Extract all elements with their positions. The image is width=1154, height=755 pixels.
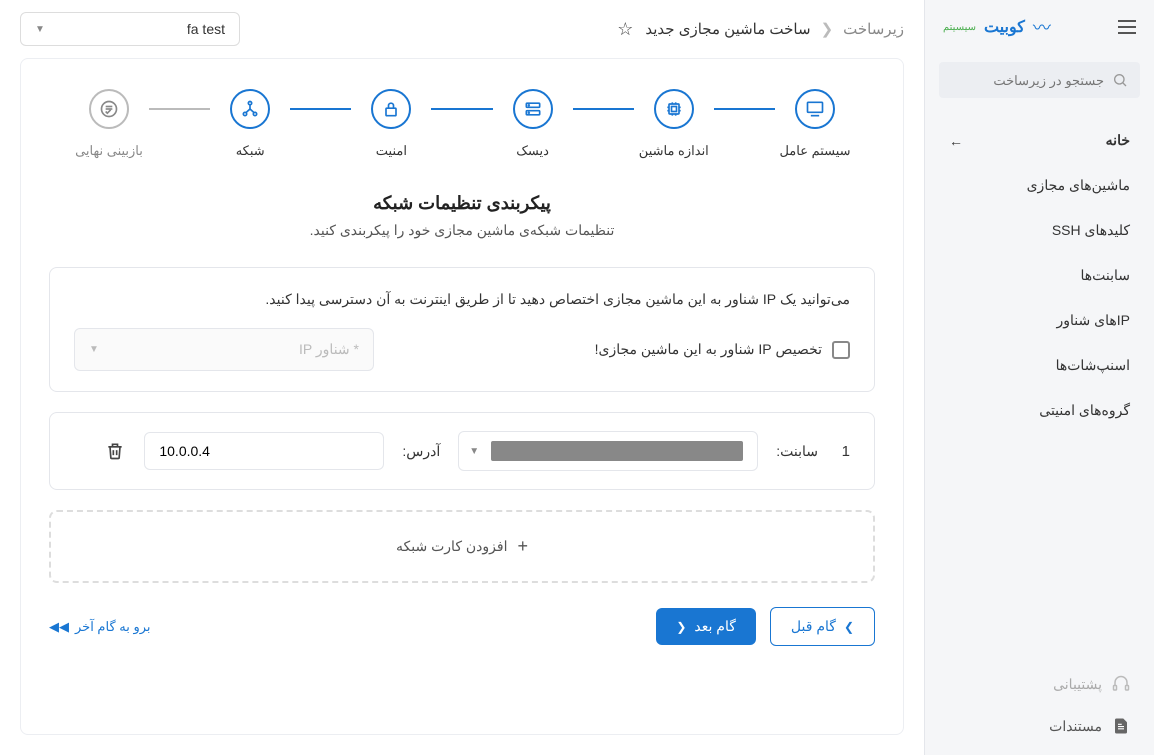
nav-ssh[interactable]: کلیدهای SSH (925, 208, 1154, 253)
sidebar-footer: پشتیبانی مستندات (925, 655, 1154, 755)
nav-label: ماشین‌های مجازی (1027, 177, 1130, 194)
step-label: بازبینی نهایی (75, 143, 143, 159)
brand-sub: سیسیتم (943, 22, 976, 33)
sidebar-header: 〰 کوبیت سیسیتم (925, 0, 1154, 54)
network-icon (230, 89, 270, 129)
breadcrumb-parent[interactable]: زیرساخت (843, 20, 904, 38)
chevron-right-icon: ❯ (844, 620, 854, 634)
brand-name: کوبیت (984, 17, 1025, 37)
checkbox-label: تخصیص IP شناور به این ماشین مجازی! (595, 341, 822, 358)
address-label: آدرس: (402, 443, 440, 460)
footer-docs[interactable]: مستندات (925, 705, 1154, 747)
stepper: سیستم عامل اندازه ماشین دیسک (49, 89, 875, 179)
hamburger-icon[interactable] (1118, 20, 1136, 34)
plus-icon: + (517, 536, 528, 557)
subnet-select[interactable]: ▼ (458, 431, 758, 471)
next-button[interactable]: گام بعد ❮ (656, 608, 756, 645)
subnet-value-redacted (491, 441, 743, 461)
breadcrumb: زیرساخت ❮ ساخت ماشین مجازی جدید (645, 20, 904, 38)
search-box[interactable] (939, 62, 1140, 98)
chevron-left-icon: ❮ (821, 20, 834, 38)
wave-icon: 〰 (1033, 14, 1051, 40)
brand-logo[interactable]: 〰 کوبیت سیسیتم (943, 14, 1051, 40)
nav-label: اسنپ‌شات‌ها (1056, 357, 1130, 374)
nav: خانه ← ماشین‌های مجازی کلیدهای SSH سابنت… (925, 110, 1154, 655)
main: زیرساخت ❮ ساخت ماشین مجازی جدید ☆ ▼ fa t… (0, 0, 924, 755)
content-card: سیستم عامل اندازه ماشین دیسک (20, 58, 904, 735)
nav-label: کلیدهای SSH (1052, 222, 1130, 239)
goto-last-button[interactable]: برو به گام آخر ◀◀ (49, 619, 151, 635)
nav-label: سابنت‌ها (1080, 267, 1130, 284)
chevron-down-icon: ▼ (469, 446, 479, 457)
monitor-icon (795, 89, 835, 129)
checkbox-icon[interactable] (832, 341, 850, 359)
prev-button[interactable]: ❯ گام قبل (770, 607, 875, 646)
project-dropdown[interactable]: ▼ fa test (20, 12, 240, 46)
chevron-down-icon: ▼ (89, 344, 99, 355)
document-icon (1112, 717, 1130, 735)
arrow-left-icon: ← (949, 133, 963, 149)
floating-ip-select: ▼ IP شناور * (74, 328, 374, 371)
chevron-down-icon: ▼ (35, 24, 45, 35)
sidebar: 〰 کوبیت سیسیتم خانه ← ماشین‌های مجازی کل… (924, 0, 1154, 755)
checklist-icon (89, 89, 129, 129)
lock-icon (371, 89, 411, 129)
step-review[interactable]: بازبینی نهایی (69, 89, 149, 159)
nav-label: گروه‌های امنیتی (1039, 402, 1130, 419)
section-title: پیکربندی تنظیمات شبکه (49, 193, 875, 214)
select-placeholder: IP شناور * (299, 341, 359, 358)
footer-label: مستندات (1049, 718, 1102, 735)
step-label: سیستم عامل (779, 143, 850, 159)
topbar: زیرساخت ❮ ساخت ماشین مجازی جدید ☆ ▼ fa t… (0, 0, 924, 58)
goto-last-label: برو به گام آخر (75, 619, 151, 635)
nav-label: IPهای شناور (1057, 312, 1130, 329)
nic-index: 1 (836, 443, 850, 460)
step-disk[interactable]: دیسک (493, 89, 573, 159)
server-icon (513, 89, 553, 129)
subnet-label: سابنت: (776, 443, 818, 460)
search-icon (1112, 72, 1128, 88)
nav-label: خانه (1106, 132, 1130, 149)
step-label: شبکه (236, 143, 265, 159)
section-desc: تنظیمات شبکه‌ی ماشین مجازی خود را پیکربن… (49, 222, 875, 239)
project-selected: fa test (187, 21, 225, 37)
step-network[interactable]: شبکه (210, 89, 290, 159)
step-os[interactable]: سیستم عامل (775, 89, 855, 159)
add-nic-button[interactable]: + افزودن کارت شبکه (49, 510, 875, 583)
step-security[interactable]: امنیت (351, 89, 431, 159)
nav-home[interactable]: خانه ← (925, 118, 1154, 163)
floating-ip-checkbox-wrap[interactable]: تخصیص IP شناور به این ماشین مجازی! (394, 341, 850, 359)
footer-label: پشتیبانی (1053, 676, 1102, 693)
chip-icon (654, 89, 694, 129)
wizard-actions: ❯ گام قبل گام بعد ❮ برو به گام آخر ◀◀ (49, 607, 875, 646)
next-label: گام بعد (694, 618, 736, 635)
star-icon[interactable]: ☆ (617, 19, 633, 40)
prev-label: گام قبل (791, 618, 836, 635)
address-input[interactable] (144, 432, 384, 470)
headset-icon (1112, 675, 1130, 693)
nav-subnets[interactable]: سابنت‌ها (925, 253, 1154, 298)
step-label: اندازه ماشین (639, 143, 709, 159)
step-label: امنیت (376, 143, 407, 159)
breadcrumb-current: ساخت ماشین مجازی جدید (645, 20, 810, 38)
footer-support[interactable]: پشتیبانی (925, 663, 1154, 705)
nav-vms[interactable]: ماشین‌های مجازی (925, 163, 1154, 208)
nav-floating-ips[interactable]: IPهای شناور (925, 298, 1154, 343)
step-label: دیسک (516, 143, 549, 159)
step-size[interactable]: اندازه ماشین (634, 89, 714, 159)
double-chevron-left-icon: ◀◀ (49, 619, 69, 635)
chevron-left-icon: ❮ (676, 620, 686, 634)
nav-snapshots[interactable]: اسنپ‌شات‌ها (925, 343, 1154, 388)
floating-ip-info: می‌توانید یک IP شناور به این ماشین مجازی… (74, 288, 850, 310)
floating-ip-panel: می‌توانید یک IP شناور به این ماشین مجازی… (49, 267, 875, 392)
nic-row: 1 سابنت: ▼ آدرس: (49, 412, 875, 490)
search-input[interactable] (928, 73, 1104, 88)
trash-icon[interactable] (104, 440, 126, 462)
add-nic-label: افزودن کارت شبکه (396, 538, 507, 555)
nav-security-groups[interactable]: گروه‌های امنیتی (925, 388, 1154, 433)
